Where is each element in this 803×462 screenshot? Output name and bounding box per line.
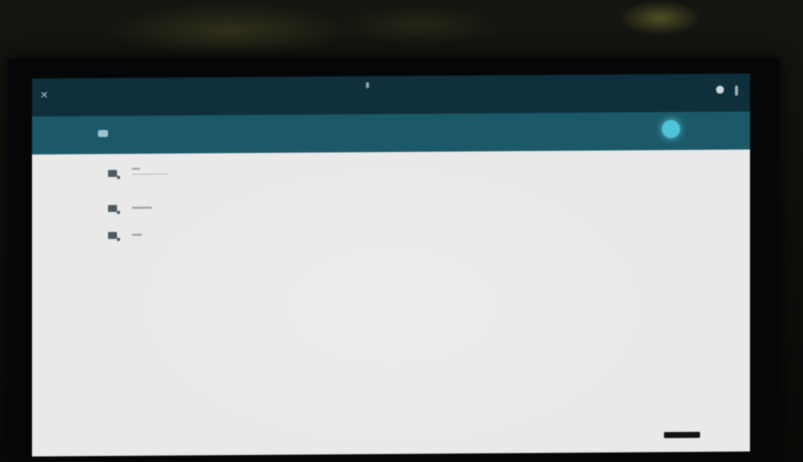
item-icon bbox=[108, 231, 117, 239]
item-icon bbox=[108, 204, 117, 212]
list-item[interactable] bbox=[32, 221, 750, 250]
app-bar: ✕ bbox=[32, 73, 750, 117]
list-item[interactable] bbox=[32, 159, 750, 188]
list-item-secondary bbox=[132, 173, 168, 175]
search-action-icon[interactable] bbox=[716, 85, 724, 94]
search-icon[interactable] bbox=[98, 129, 108, 138]
nav-handle[interactable] bbox=[664, 431, 700, 439]
back-icon[interactable]: ✕ bbox=[40, 90, 50, 101]
device-screen: ✕ bbox=[32, 73, 750, 457]
item-icon bbox=[108, 169, 117, 177]
add-button[interactable] bbox=[662, 119, 680, 139]
search-bar bbox=[32, 111, 750, 155]
list-item-primary bbox=[132, 206, 152, 209]
list-item-primary bbox=[132, 167, 140, 170]
more-vert-icon[interactable] bbox=[735, 85, 738, 96]
list-item-primary bbox=[132, 233, 142, 236]
list-item[interactable] bbox=[32, 194, 750, 223]
status-indicator bbox=[366, 82, 369, 89]
photo-background: ✕ bbox=[0, 0, 803, 462]
